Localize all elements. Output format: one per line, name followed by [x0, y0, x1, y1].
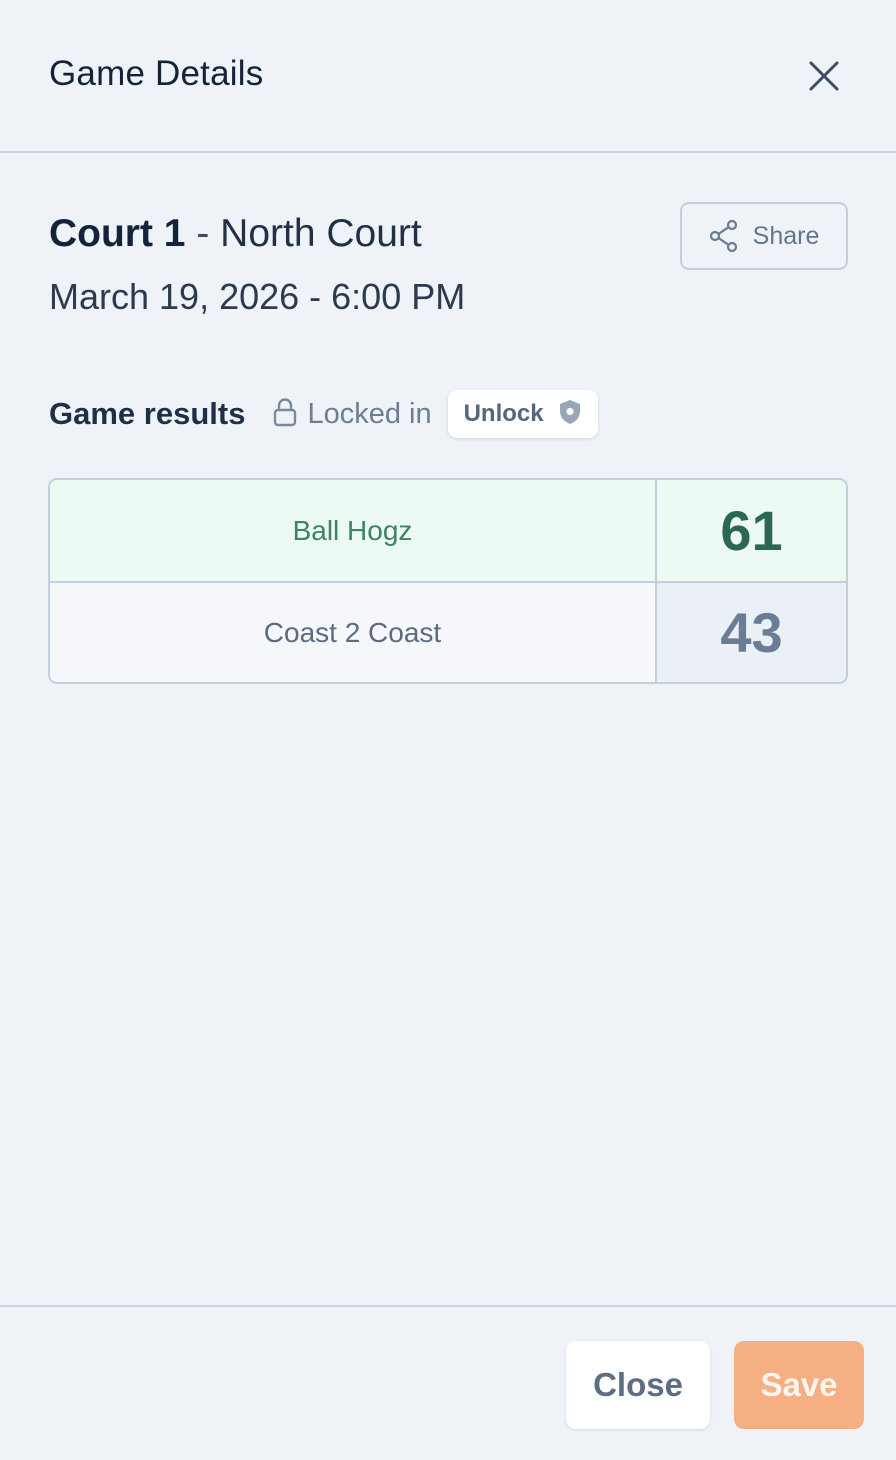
share-label: Share: [752, 221, 820, 250]
game-details-panel: Game Details Court 1 - North Court March…: [0, 0, 896, 1460]
results-title: Game results: [49, 396, 246, 431]
locked-status: Locked in: [307, 397, 432, 430]
panel-footer: Close Save: [0, 1305, 896, 1460]
court-separator: -: [185, 212, 221, 255]
court-heading: Court 1 - North Court: [49, 212, 422, 256]
game-datetime: March 19, 2026 - 6:00 PM: [49, 276, 466, 317]
score-table: Ball Hogz 61 Coast 2 Coast 43: [48, 478, 848, 684]
game-results-bar: Game results Locked in Unlock: [49, 388, 598, 440]
court-name: Court 1: [49, 212, 186, 255]
score-row-loser: Coast 2 Coast 43: [50, 581, 846, 682]
page-title: Game Details: [49, 54, 264, 93]
shield-icon: [558, 399, 582, 430]
court-location: North Court: [220, 212, 422, 255]
team-name: Ball Hogz: [50, 480, 657, 581]
save-button[interactable]: Save: [734, 1341, 864, 1429]
share-button[interactable]: Share: [680, 202, 848, 270]
close-button[interactable]: Close: [566, 1341, 710, 1429]
lock-icon: [273, 397, 297, 432]
unlock-label: Unlock: [463, 400, 544, 427]
panel-header: Game Details: [0, 0, 896, 153]
team-score[interactable]: 61: [657, 480, 846, 581]
close-icon[interactable]: [804, 56, 844, 96]
score-row-winner: Ball Hogz 61: [50, 480, 846, 581]
share-icon: [709, 220, 739, 252]
team-score[interactable]: 43: [657, 583, 846, 682]
unlock-button[interactable]: Unlock: [447, 390, 598, 438]
team-name: Coast 2 Coast: [50, 583, 657, 682]
